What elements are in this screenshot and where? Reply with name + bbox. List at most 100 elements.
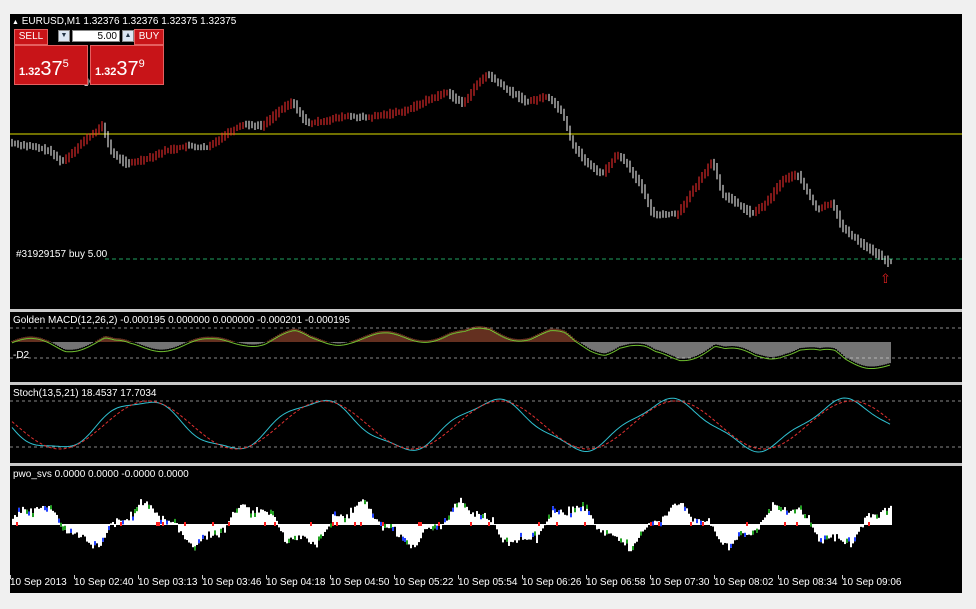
pwo-bar [830,524,832,538]
pwo-bar [208,524,210,532]
pwo-bar [776,505,778,525]
sell-button[interactable]: SELL [14,29,48,45]
pwo-bar-accent [58,518,60,523]
pwo-bar [304,524,306,537]
pwo-bar [322,524,324,537]
pwo-bar [124,520,126,525]
pwo-bar [168,520,170,525]
macd-pane[interactable]: Golden MACD(12,26,2) -0.000195 0.000000 … [10,312,962,382]
pwo-bar-accent [606,530,608,535]
pwo-bar [798,507,800,525]
pwo-bar-accent [44,506,46,511]
pwo-bar [468,510,470,525]
buy-button[interactable]: BUY [134,29,164,45]
pwo-bar-accent [336,522,338,526]
time-axis: 10 Sep 2013 10 Sep 02:40 10 Sep 03:13 10 Se… [10,575,962,593]
pwo-bar [222,524,224,528]
pwo-bar [182,524,184,536]
pwo-bar-accent [162,522,164,526]
pwo-bar [646,524,648,528]
time-tick-label: 10 Sep 04:50 [330,577,390,588]
pwo-bar-accent [264,522,266,526]
pwo-bar [374,518,376,525]
sell-label: SELL [18,31,44,42]
pwo-bar [298,524,300,536]
pwo-bar [662,516,664,525]
pwo-bar [178,524,180,533]
pwo-bar [422,524,424,533]
pwo-bar [352,512,354,525]
pwo-bar [276,520,278,525]
pwo-bar [688,513,690,525]
pwo-bar [302,524,304,536]
sell-price-prefix: 1.32 [19,66,41,78]
sell-price-sup: 5 [62,58,69,70]
pwo-bar [706,521,708,525]
pwo-bar-accent [390,524,392,529]
pwo-bar [704,521,706,525]
pwo-bar [572,506,574,525]
pwo-bar [608,524,610,534]
pwo-bar [128,520,130,525]
sell-price-box[interactable]: 1.32375 [14,45,88,85]
pwo-bar-accent [372,513,374,518]
pwo-bar [840,524,842,541]
pwo-bar-accent [480,515,482,520]
sell-price: 1.32375 [19,58,69,81]
pwo-bar-accent [744,532,746,537]
pwo-bar [594,524,596,526]
pwo-bar-accent [108,526,110,531]
pwo-bar-accent [392,527,394,532]
pwo-bar [792,509,794,525]
pwo-bar-accent [158,522,160,526]
pwo-bar [290,524,292,538]
lots-input[interactable]: 5.00 [72,30,120,42]
pwo-bar [880,511,882,525]
buy-price-box[interactable]: 1.32379 [90,45,164,85]
pwo-bar [368,508,370,525]
pwo-bar-accent [810,522,812,527]
pwo-bar [242,504,244,525]
pwo-bar [316,524,318,548]
pwo-bar [760,521,762,525]
pwo-bar [852,524,854,544]
pwo-bar [762,519,764,525]
pwo-bar [758,524,760,530]
pwo-bar [340,514,342,525]
pwo-bar [714,524,716,532]
stoch-pane[interactable]: Stoch(13,5,21) 18.4537 17.7034 [10,385,962,463]
pwo-bar-accent [46,507,48,512]
chevron-up-icon[interactable]: ▲ [122,30,134,42]
pwo-bar [728,524,730,551]
pwo-bar [238,507,240,525]
pwo-bar [90,524,92,545]
pwo-bar [478,513,480,525]
pwo-bar [140,499,142,525]
pwo-bar-accent [752,530,754,535]
pwo-bar-accent [488,522,490,526]
pwo-bar-accent [332,522,334,526]
pwo-bar [590,515,592,525]
pwo-bar [240,504,242,525]
pwo-bar-accent [632,546,634,551]
pwo-bar [540,524,542,532]
pwo-bar [838,524,840,539]
pwo-bar [612,524,614,536]
chart-window[interactable]: ▲ EURUSD,M1 1.32376 1.32376 1.32375 1.32… [10,14,962,593]
pwo-bar [514,524,516,541]
pwo-bar [30,508,32,525]
pwo-bar [324,524,326,532]
buy-label: BUY [138,31,160,42]
pwo-bar [48,505,50,525]
pwo-bar [252,510,254,525]
pwo-bar [52,510,54,525]
pwo-bar [498,524,500,535]
pwo-bar [282,524,284,533]
pwo-bar-accent [584,522,586,526]
pwo-pane[interactable]: pwo_svs 0.0000 0.0000 -0.0000 0.0000 [10,466,962,575]
time-tick-label: 10 Sep 08:34 [778,577,838,588]
chevron-down-icon[interactable]: ▼ [58,30,70,42]
pwo-bar-accent [28,511,30,516]
pwo-bar-accent [62,526,64,531]
pwo-bar [360,501,362,525]
